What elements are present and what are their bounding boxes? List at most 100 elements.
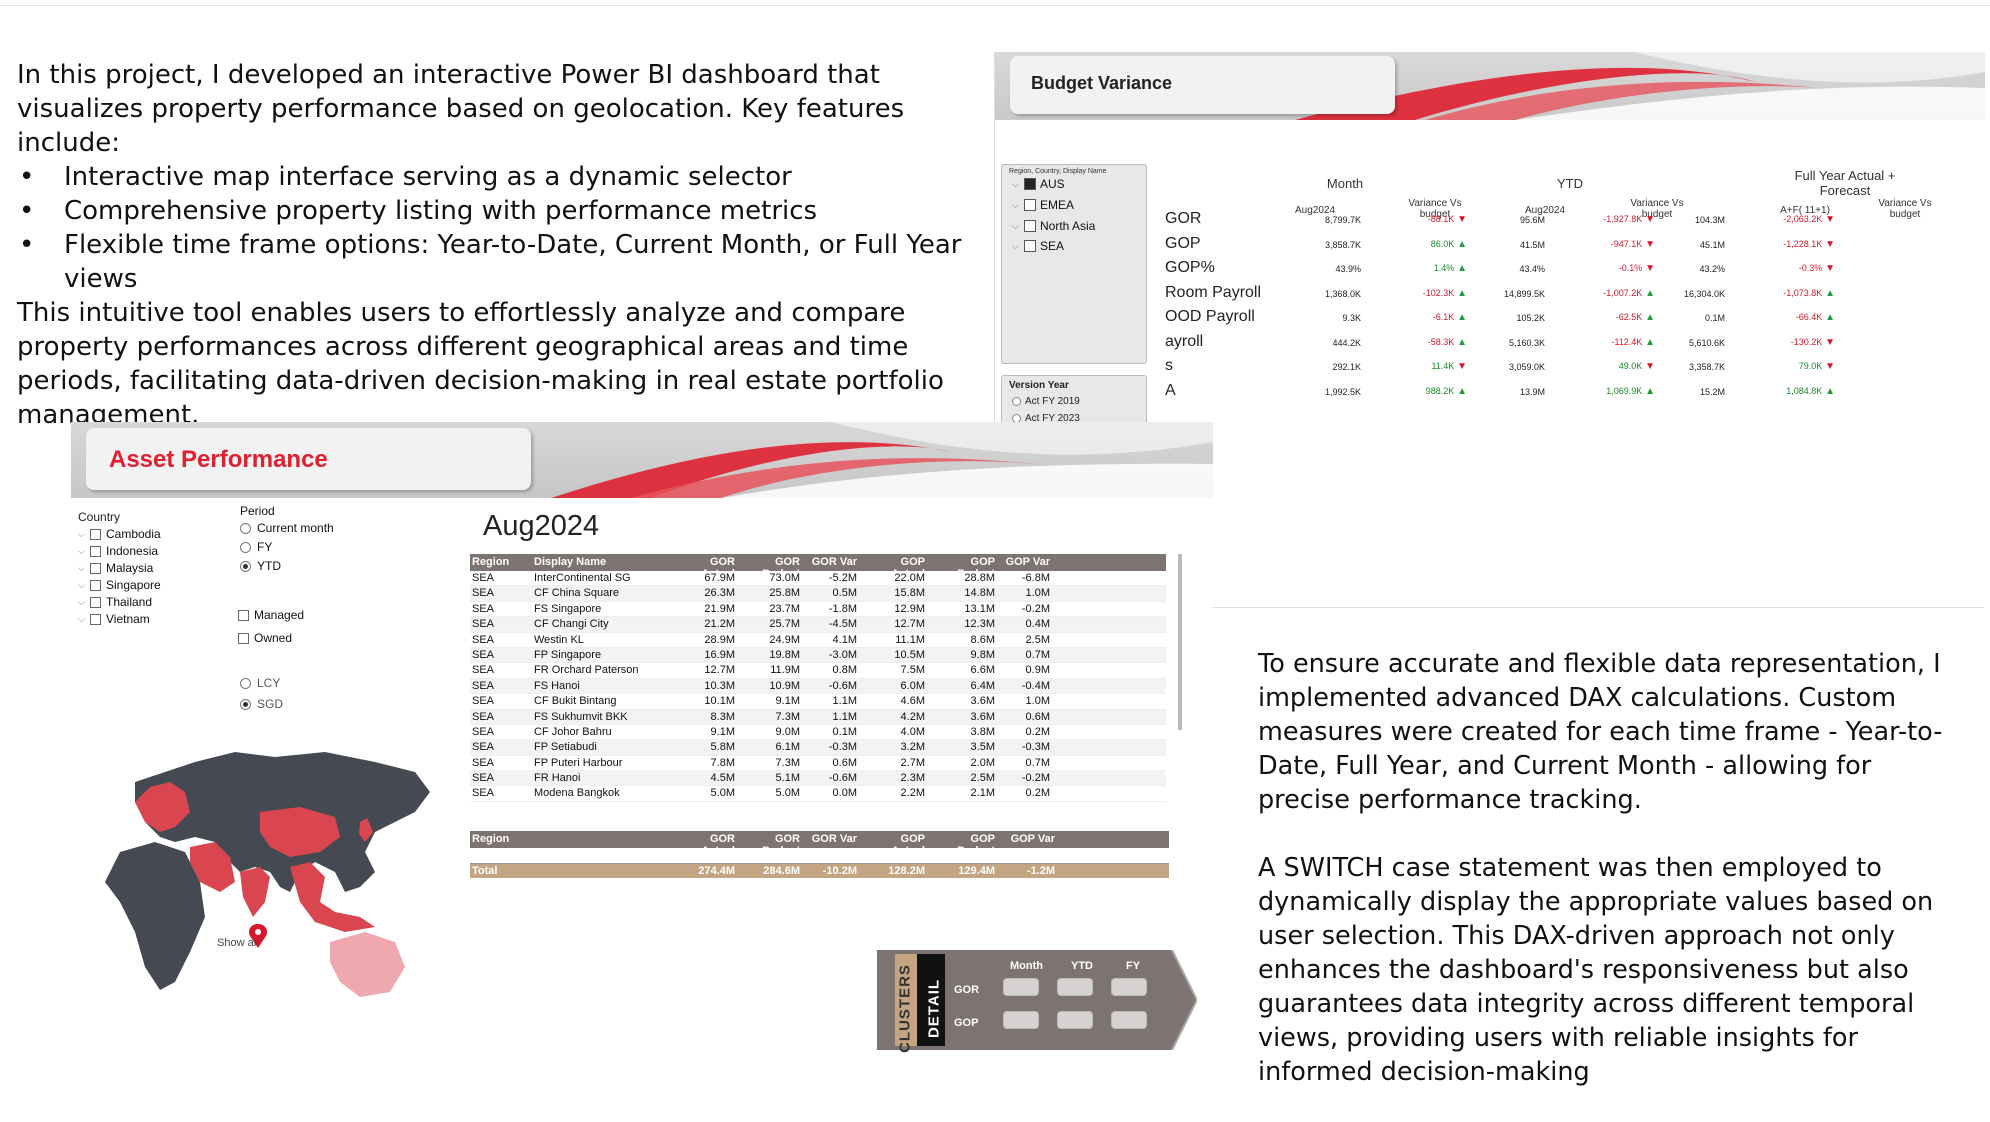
chevron-down-icon[interactable]: ⌵	[1012, 221, 1024, 232]
table-cell: SEA	[472, 618, 495, 631]
table-row[interactable]: SEA CF Changi City 21.2M 25.7M -4.5M 12.7M 12.…	[470, 617, 1166, 633]
country-label: Indonesia	[106, 544, 159, 558]
checkbox[interactable]	[90, 528, 101, 540]
table-header: Region Display Name GOR Actual GOR Budget GO…	[470, 554, 1166, 580]
chevron-down-icon[interactable]: ⌵	[78, 614, 90, 625]
country-option[interactable]: ⌵ Vietnam	[78, 612, 150, 626]
variance-cell: -1,228.1K ▼	[1755, 239, 1835, 250]
checkbox[interactable]	[1024, 220, 1036, 232]
radio[interactable]	[240, 677, 251, 689]
nav-button-gor-month[interactable]	[1003, 978, 1039, 996]
table-cell: 25.8M	[769, 587, 800, 600]
country-option[interactable]: ⌵ Thailand	[78, 595, 152, 609]
currency-option[interactable]: LCY	[240, 676, 280, 690]
column-header[interactable]: GOR Var	[805, 556, 857, 568]
chevron-down-icon[interactable]: ⌵	[1012, 241, 1024, 252]
nav-button-gop-ytd[interactable]	[1057, 1011, 1093, 1029]
metric-label: GOP%	[1165, 259, 1215, 276]
table-cell: 10.3M	[704, 679, 735, 692]
country-option[interactable]: ⌵ Malaysia	[78, 561, 153, 575]
table-row[interactable]: SEA CF Johor Bahru 9.1M 9.0M 0.1M 4.0M 3.8M 0.2…	[470, 725, 1166, 741]
checkbox[interactable]	[1024, 240, 1036, 252]
period-option[interactable]: YTD	[240, 559, 281, 573]
checkbox[interactable]	[238, 609, 249, 621]
chevron-down-icon[interactable]: ⌵	[78, 546, 90, 557]
table-row[interactable]: SEA FR Hanoi 4.5M 5.1M -0.6M 2.3M 2.5M -0.2M	[470, 771, 1166, 787]
period-option[interactable]: Current month	[240, 521, 334, 535]
clusters-tab[interactable]: CLUSTERS	[897, 964, 914, 1054]
chevron-down-icon[interactable]: ⌵	[78, 580, 90, 591]
table-cell: 9.8M	[970, 648, 995, 661]
chevron-down-icon[interactable]: ⌵	[1012, 179, 1024, 190]
country-option[interactable]: ⌵ Indonesia	[78, 544, 158, 558]
table-cell: SEA	[472, 772, 495, 785]
radio[interactable]	[240, 560, 251, 572]
table-row[interactable]: SEA Westin KL 28.9M 24.9M 4.1M 11.1M 8.6M 2.5M	[470, 633, 1166, 648]
region-slicer[interactable]: Region, Country, Display Name ⌵ AUS ⌵ EMEA…	[1001, 164, 1147, 364]
table-scrollbar[interactable]	[1178, 554, 1182, 730]
column-header[interactable]: Region	[472, 556, 532, 568]
nav-button-gor-fy[interactable]	[1111, 978, 1147, 996]
table-row[interactable]: SEA FR Orchard Paterson 12.7M 11.9M 0.8M 7.5M…	[470, 663, 1166, 679]
table-row[interactable]: SEA InterContinental SG 67.9M 73.0M -5.2M 22.…	[470, 571, 1166, 587]
radio[interactable]	[240, 698, 251, 710]
nav-button-gop-fy[interactable]	[1111, 1011, 1147, 1029]
table-cell: 2.3M	[900, 772, 925, 785]
table-row[interactable]: SEA CF China Square 26.3M 25.8M 0.5M 15.8M 14.…	[470, 586, 1166, 602]
region-option-north-asia[interactable]: ⌵ North Asia	[1012, 219, 1095, 233]
table-row[interactable]: SEA FP Puteri Harbour 7.8M 7.3M 0.6M 2.7M 2.0M…	[470, 756, 1166, 772]
total-row: Total 274.4M 284.6M -10.2M 128.2M 129.4M -1.2M	[470, 863, 1169, 878]
table-row[interactable]: SEA FS Sukhumvit BKK 8.3M 7.3M 1.1M 4.2M 3.6M 0…	[470, 709, 1166, 725]
table-row[interactable]: SEA FS Hanoi 10.3M 10.9M -0.6M 6.0M 6.4M -0.4M	[470, 678, 1166, 695]
show-all-label[interactable]: Show all	[217, 937, 259, 949]
world-map[interactable]	[75, 742, 435, 1002]
nav-button-gop-month[interactable]	[1003, 1011, 1039, 1029]
currency-option[interactable]: SGD	[240, 697, 283, 711]
summary-column-header: GOP Actual	[891, 833, 925, 857]
checkbox[interactable]	[90, 545, 101, 557]
nav-col-ytd: YTD	[1071, 960, 1093, 972]
region-option-emea[interactable]: ⌵ EMEA	[1012, 198, 1074, 212]
checkbox[interactable]	[90, 562, 101, 574]
checkbox[interactable]	[90, 579, 101, 591]
nav-button-gor-ytd[interactable]	[1057, 978, 1093, 996]
region-option-sea[interactable]: ⌵ SEA	[1012, 239, 1064, 253]
period-option[interactable]: FY	[240, 540, 272, 554]
table-cell: 7.5M	[900, 664, 925, 677]
country-option[interactable]: ⌵ Singapore	[78, 578, 161, 592]
table-row[interactable]: SEA FP Setiabudi 5.8M 6.1M -0.3M 3.2M 3.5M -0.3…	[470, 740, 1166, 756]
country-option[interactable]: ⌵ Cambodia	[78, 527, 161, 541]
table-cell: SEA	[472, 787, 495, 800]
region-option-aus[interactable]: ⌵ AUS	[1012, 177, 1065, 191]
checkbox[interactable]	[90, 613, 101, 625]
checkbox[interactable]	[90, 596, 101, 608]
total-cell: -1.2M	[1026, 865, 1055, 877]
period-label: YTD	[257, 559, 281, 573]
chevron-down-icon[interactable]: ⌵	[1012, 200, 1024, 211]
chevron-down-icon[interactable]: ⌵	[78, 597, 90, 608]
ownership-label: Owned	[254, 631, 293, 645]
table-cell: 28.8M	[964, 572, 995, 584]
column-header[interactable]: GOP Var	[995, 556, 1050, 568]
ownership-option-owned[interactable]: Owned	[238, 631, 292, 645]
table-row[interactable]: SEA Modena Bangkok 5.0M 5.0M 0.0M 2.2M 2.1M 0.2…	[470, 786, 1166, 802]
detail-tab[interactable]: DETAIL	[926, 974, 943, 1044]
radio[interactable]	[240, 522, 251, 534]
table-cell: -1.8M	[828, 602, 857, 615]
variance-cell: -130.2K ▼	[1755, 337, 1835, 348]
table-row[interactable]: SEA FS Singapore 21.9M 23.7M -1.8M 12.9M 13.1M…	[470, 602, 1166, 618]
column-header[interactable]: Display Name	[534, 556, 674, 568]
chevron-down-icon[interactable]: ⌵	[78, 563, 90, 574]
country-label: Singapore	[106, 578, 161, 592]
variance-value: 86.0K	[1430, 238, 1455, 249]
table-row[interactable]: SEA CF Bukit Bintang 10.1M 9.1M 1.1M 4.6M 3.6M…	[470, 694, 1166, 710]
checkbox[interactable]	[1024, 199, 1036, 211]
checkbox[interactable]	[238, 632, 249, 644]
chevron-down-icon[interactable]: ⌵	[78, 529, 90, 540]
radio[interactable]	[1012, 397, 1021, 406]
ownership-option-managed[interactable]: Managed	[238, 608, 304, 622]
radio[interactable]	[240, 541, 251, 553]
version-option[interactable]: Act FY 2019	[1012, 396, 1080, 407]
table-row[interactable]: SEA FP Singapore 16.9M 19.8M -3.0M 10.5M 9.8M 0…	[470, 647, 1166, 664]
checkbox[interactable]	[1024, 178, 1036, 190]
